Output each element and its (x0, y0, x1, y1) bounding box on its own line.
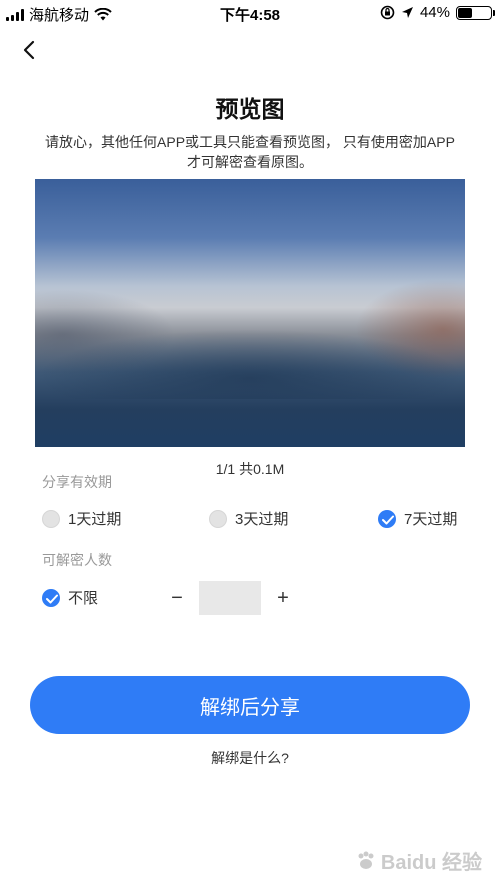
battery-percent: 44% (419, 4, 450, 21)
description-text: 请放心，其他任何APP或工具只能查看预览图， 只有使用密加APP才可解密查看原图… (45, 134, 455, 170)
baidu-watermark: Baidu 经验 (355, 846, 482, 875)
status-bar: 海航移动 下午4:58 44% (0, 0, 500, 26)
preview-image[interactable] (35, 179, 465, 447)
option-label: 不限 (68, 590, 99, 607)
option-label: 3天过期 (235, 511, 289, 528)
watermark-text: Baidu 经验 (380, 852, 482, 874)
chevron-left-icon (23, 40, 35, 60)
paw-icon (358, 851, 374, 869)
back-button[interactable] (18, 38, 42, 62)
check-circle-icon (378, 509, 396, 528)
decrypt-count-label: 可解密人数 (42, 552, 112, 568)
count-input[interactable] (199, 581, 261, 615)
expiry-options: 1天过期 3天过期 7天过期 (0, 508, 500, 532)
radio-icon (209, 509, 227, 528)
battery-fill (458, 7, 473, 18)
preview-blur-center (35, 329, 465, 399)
increment-button[interactable]: + (271, 582, 295, 614)
option-label: 1天过期 (68, 511, 122, 528)
battery-icon (456, 5, 495, 20)
expiry-option-3day[interactable]: 3天过期 (209, 508, 288, 529)
expiry-option-1day[interactable]: 1天过期 (42, 508, 121, 529)
page-title: 预览图 (215, 96, 285, 122)
expiry-option-7day[interactable]: 7天过期 (378, 508, 457, 529)
status-right: 44% (380, 4, 495, 21)
expiry-label: 分享有效期 (42, 474, 112, 490)
option-label: 7天过期 (404, 511, 458, 528)
decrement-button[interactable]: − (165, 582, 189, 614)
rotation-lock-icon (380, 5, 395, 20)
unlimited-option[interactable]: 不限 (42, 587, 98, 608)
count-stepper: − + (165, 581, 295, 615)
radio-icon (42, 509, 60, 528)
location-icon (401, 7, 413, 18)
check-circle-icon (42, 588, 60, 607)
what-is-unbind-link[interactable]: 解绑是什么? (0, 748, 500, 768)
unbind-share-button[interactable]: 解绑后分享 (30, 676, 470, 734)
